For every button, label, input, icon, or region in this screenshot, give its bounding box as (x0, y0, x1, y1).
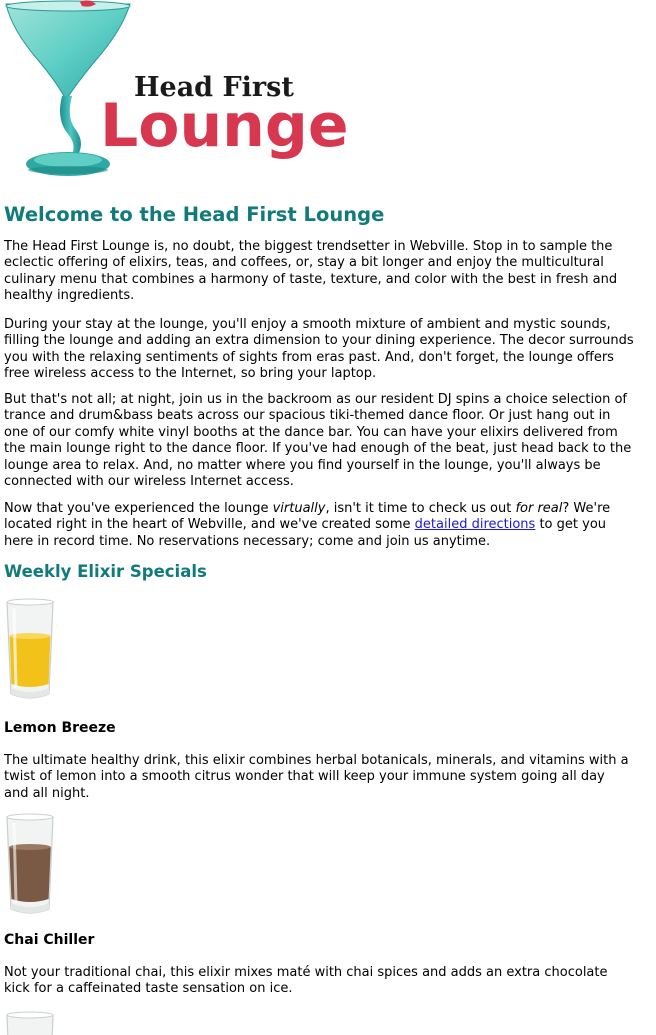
elixir-description-chai-chiller: Not your traditional chai, this elixir m… (4, 965, 608, 997)
intro-paragraph-4: Now that you've experienced the lounge v… (4, 501, 611, 549)
page: Head First Lounge Welcome to the Head Fi… (4, 0, 652, 1035)
page-title: Welcome to the Head First Lounge (4, 203, 385, 226)
next-elixir-image (4, 1011, 56, 1035)
elixir-name-chai-chiller: Chai Chiller (4, 932, 95, 948)
detailed-directions-link[interactable]: detailed directions (415, 517, 536, 532)
logo-line2: Lounge (100, 91, 349, 161)
elixir-name-lemon-breeze: Lemon Breeze (4, 720, 116, 736)
head-first-lounge-logo: Head First Lounge (4, 0, 364, 190)
lemon-breeze-image (4, 598, 56, 707)
intro-paragraph-3: But that's not all; at night, join us in… (4, 392, 632, 490)
intro-paragraph-1: The Head First Lounge is, no doubt, the … (4, 239, 618, 304)
specials-heading: Weekly Elixir Specials (4, 562, 207, 581)
martini-glass-logo-image: Head First Lounge (5, 0, 349, 176)
intro-paragraph-2: During your stay at the lounge, you'll e… (4, 317, 634, 382)
chai-chiller-image (4, 813, 56, 922)
elixir-description-lemon-breeze: The ultimate healthy drink, this elixir … (4, 753, 629, 801)
